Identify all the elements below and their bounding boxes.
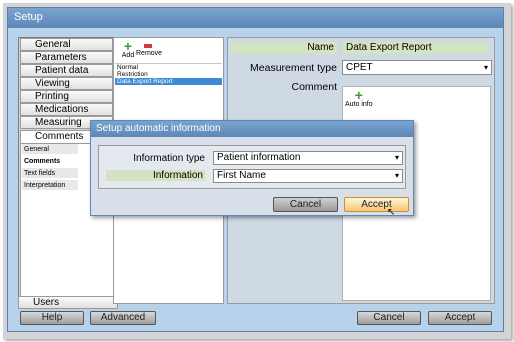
information-value: First Name [217,170,266,181]
dialog-title: Setup automatic information [91,121,413,137]
name-field[interactable]: Data Export Report [343,42,487,54]
dialog-body: Information type Patient information ▾ I… [98,145,406,189]
list-item-selected[interactable]: Data Export Report [115,78,222,85]
help-button[interactable]: Help [20,311,84,325]
nav-item-users[interactable]: Users [18,296,118,309]
information-label: Information [106,170,205,181]
measurement-type-label: Measurement type [250,62,337,74]
auto-info-button[interactable]: + Auto info [345,87,373,108]
measurement-type-value: CPET [346,62,373,73]
chevron-down-icon: ▾ [483,63,488,72]
list-item[interactable]: Normal [115,64,222,71]
subnav-item-interpretation[interactable]: Interpretation [22,180,78,191]
chevron-down-icon: ▾ [394,171,399,180]
remove-label: Remove [136,50,163,57]
nav-item-general[interactable]: General [20,38,113,51]
mouse-cursor-icon: ↖ [387,207,396,218]
information-type-value: Patient information [217,152,301,163]
subnav-item-general[interactable]: General [22,144,78,155]
nav-item-patient-data[interactable]: Patient data [20,64,113,77]
plus-icon: + [354,87,363,103]
nav-item-medications[interactable]: Medications [20,103,113,116]
auto-info-dialog: Setup automatic information Information … [90,120,414,218]
subnav-item-text-fields[interactable]: Text fields [22,168,78,179]
comment-label: Comment [291,81,337,93]
list-item[interactable]: Restriction [115,71,222,78]
nav-item-printing[interactable]: Printing [20,90,113,103]
dialog-cancel-button[interactable]: Cancel [273,197,338,212]
nav-item-parameters[interactable]: Parameters [20,51,113,64]
minus-icon [144,44,152,48]
chevron-down-icon: ▾ [394,153,399,162]
window-title: Setup [8,8,503,28]
information-type-label: Information type [133,153,205,164]
information-type-select[interactable]: Patient information ▾ [213,151,403,165]
measurement-type-select[interactable]: CPET ▾ [342,60,492,75]
nav-item-viewing[interactable]: Viewing [20,77,113,90]
accept-button[interactable]: Accept [428,311,492,325]
cancel-button[interactable]: Cancel [357,311,421,325]
auto-info-label: Auto info [345,101,373,108]
information-select[interactable]: First Name ▾ [213,169,403,183]
remove-button[interactable]: Remove [136,40,163,57]
dialog-accept-button[interactable]: Accept [344,197,409,212]
subnav-item-comments[interactable]: Comments [22,156,78,167]
advanced-button[interactable]: Advanced [90,311,156,325]
name-label: Name [231,42,337,54]
